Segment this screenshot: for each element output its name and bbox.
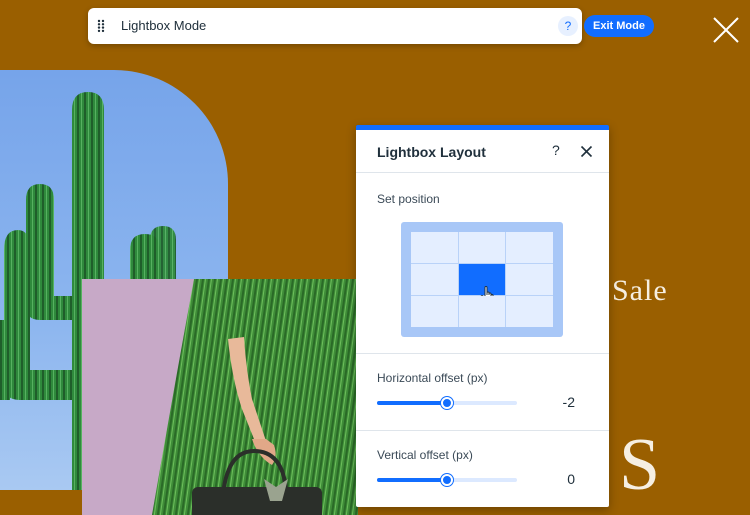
position-middle-right[interactable]	[506, 264, 553, 295]
position-top-right[interactable]	[506, 232, 553, 263]
position-section: Set position	[356, 173, 609, 354]
position-bottom-right[interactable]	[506, 296, 553, 327]
close-icon[interactable]	[711, 15, 741, 45]
horizontal-offset-section: Horizontal offset (px) -2	[356, 354, 609, 431]
sale-heading: Sale	[612, 274, 668, 307]
slider-handle[interactable]	[441, 474, 453, 486]
horizontal-offset-value[interactable]: -2	[563, 394, 575, 410]
vertical-offset-value[interactable]: 0	[567, 471, 575, 487]
drag-handle-icon[interactable]	[97, 19, 105, 33]
help-button[interactable]: ?	[558, 16, 578, 36]
large-letter: S	[619, 424, 661, 506]
vertical-offset-section: Vertical offset (px) 0	[356, 431, 609, 508]
lightbox-layout-panel: Lightbox Layout ? Set position Horizonta…	[356, 125, 609, 507]
slider-fill	[377, 401, 447, 405]
vertical-offset-label: Vertical offset (px)	[377, 448, 473, 462]
lightbox-mode-bar: Lightbox Mode ? Exit Mode	[88, 8, 654, 44]
slider-handle[interactable]	[441, 397, 453, 409]
horizontal-offset-slider[interactable]	[377, 397, 517, 409]
panel-title: Lightbox Layout	[377, 144, 486, 160]
vertical-offset-slider[interactable]	[377, 474, 517, 486]
position-bottom-center[interactable]	[458, 296, 506, 327]
close-icon[interactable]	[580, 145, 593, 158]
position-top-left[interactable]	[411, 232, 458, 263]
panel-header: Lightbox Layout ?	[356, 130, 609, 173]
horizontal-offset-label: Horizontal offset (px)	[377, 371, 488, 385]
position-middle-left[interactable]	[411, 264, 458, 295]
position-grid	[401, 222, 563, 337]
position-middle-center[interactable]	[458, 264, 506, 305]
slider-fill	[377, 478, 447, 482]
panel-help-button[interactable]: ?	[552, 142, 560, 158]
position-label: Set position	[377, 192, 440, 206]
position-top-center[interactable]	[458, 232, 506, 263]
position-bottom-left[interactable]	[411, 296, 458, 327]
mode-label: Lightbox Mode	[121, 18, 207, 33]
exit-mode-button[interactable]: Exit Mode	[584, 15, 654, 37]
fashion-photo	[82, 279, 358, 515]
